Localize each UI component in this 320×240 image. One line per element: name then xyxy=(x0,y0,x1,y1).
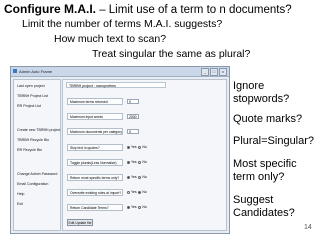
note-stopwords: stopwords? xyxy=(233,93,290,105)
radio-group: Yes No xyxy=(127,144,147,151)
sidebar-item-tbrbh-recycle-bin[interactable]: TBRBH Recycle Bin xyxy=(17,138,49,142)
slide-title: Configure M.A.I. – Limit use of a term t… xyxy=(4,2,292,16)
close-button[interactable]: x xyxy=(219,68,227,76)
note-plural-singular: Plural=Singular? xyxy=(233,135,315,147)
radio-group: Yes No xyxy=(127,189,147,196)
sidebar: Last open project TBRBH Project List RR … xyxy=(13,79,61,231)
radio-yes[interactable] xyxy=(127,205,130,209)
radio-yes-label: Yes xyxy=(131,190,137,194)
setting-row-skip-quotes: Skip text in quotes? Yes No xyxy=(67,144,217,151)
radio-group: Yes No xyxy=(127,204,147,211)
radio-no[interactable] xyxy=(138,145,142,149)
setting-row-max-docs: Maximum documents per category 0 xyxy=(67,128,217,135)
radio-no[interactable] xyxy=(138,175,142,179)
radio-yes[interactable] xyxy=(127,160,130,164)
project-header: TBRBH project : nanoprofees xyxy=(66,82,166,88)
note-ignore: Ignore xyxy=(233,80,265,92)
setting-label: Overwrite existing rules at import? xyxy=(67,189,123,196)
setting-label: Maximum input words xyxy=(67,113,123,120)
sidebar-item-change-password[interactable]: Change Admin Password xyxy=(17,172,57,176)
setting-row-overwrite-rules: Overwrite existing rules at import? Yes … xyxy=(67,189,217,196)
max-docs-input[interactable]: 0 xyxy=(127,129,139,134)
setting-label: Toggle plurals(Less Normalize) xyxy=(67,159,123,166)
note-quote-marks: Quote marks? xyxy=(233,113,303,125)
radio-no-label: No xyxy=(142,160,147,164)
settings-panel: TBRBH project : nanoprofees Maximum term… xyxy=(62,79,227,231)
sidebar-item-last-open-project[interactable]: Last open project xyxy=(17,84,45,88)
radio-yes-label: Yes xyxy=(131,205,137,209)
radio-group: Yes No xyxy=(127,174,147,181)
radio-no-label: No xyxy=(142,205,147,209)
window-title: Admin Auto Frame xyxy=(19,69,53,74)
setting-label: Return most specific terms only? xyxy=(67,174,123,181)
window-controls: _ □ x xyxy=(201,68,227,76)
app-icon xyxy=(13,69,17,73)
setting-row-plurals: Toggle plurals(Less Normalize) Yes No xyxy=(67,159,217,166)
radio-yes-label: Yes xyxy=(131,160,137,164)
sidebar-item-tbrbh-project-list[interactable]: TBRBH Project List xyxy=(17,94,48,98)
slide-title-bold: Configure M.A.I. xyxy=(4,2,96,16)
radio-yes-label: Yes xyxy=(131,175,137,179)
setting-label: Maximum documents per category xyxy=(67,128,123,135)
radio-yes[interactable] xyxy=(127,175,130,179)
sidebar-item-create-project[interactable]: Create new TBRBH project xyxy=(17,128,60,132)
note-candidates: Candidates? xyxy=(233,207,295,219)
max-terms-input[interactable]: 0 xyxy=(127,99,139,104)
page-number: 14 xyxy=(304,224,312,231)
max-words-input[interactable]: 2000 xyxy=(127,114,139,119)
minimize-button[interactable]: _ xyxy=(201,68,209,76)
setting-row-max-terms: Maximum terms returned 0 xyxy=(67,98,217,105)
setting-label: Return Candidate Terms? xyxy=(67,204,123,211)
question-limit-terms: Limit the number of terms M.A.I. suggest… xyxy=(22,18,223,30)
note-suggest: Suggest xyxy=(233,194,274,206)
setting-label: Skip text in quotes? xyxy=(67,144,123,151)
radio-no-label: No xyxy=(142,190,147,194)
sidebar-item-help[interactable]: Help xyxy=(17,192,24,196)
radio-group: Yes No xyxy=(127,159,147,166)
radio-no[interactable] xyxy=(138,190,142,194)
radio-yes[interactable] xyxy=(127,145,130,149)
note-term-only: term only? xyxy=(233,171,285,183)
window-titlebar: Admin Auto Frame _ □ x xyxy=(11,67,229,77)
note-most-specific: Most specific xyxy=(233,158,297,170)
radio-no-label: No xyxy=(142,145,147,149)
radio-no[interactable] xyxy=(138,205,142,209)
sidebar-item-exit[interactable]: Exit xyxy=(17,202,23,206)
setting-row-max-words: Maximum input words 2000 xyxy=(67,113,217,120)
radio-yes-label: Yes xyxy=(131,145,137,149)
sidebar-item-rr-project-list[interactable]: RR Project List xyxy=(17,104,41,108)
question-text-scan: How much text to scan? xyxy=(54,33,167,45)
admin-window: Admin Auto Frame _ □ x Last open project… xyxy=(10,66,230,234)
sidebar-item-email-config[interactable]: Email Configuration xyxy=(17,182,48,186)
setting-row-candidate-terms: Return Candidate Terms? Yes No xyxy=(67,204,217,211)
sidebar-item-rr-recycle-bin[interactable]: RR Recycle Bin xyxy=(17,148,42,152)
maximize-button[interactable]: □ xyxy=(210,68,218,76)
slide-title-rest: – Limit use of a term to n documents? xyxy=(96,4,292,16)
update-file-button[interactable]: Edit Update file xyxy=(67,219,93,226)
setting-label: Maximum terms returned xyxy=(67,98,123,105)
setting-row-specific-terms: Return most specific terms only? Yes No xyxy=(67,174,217,181)
radio-no-label: No xyxy=(142,175,147,179)
radio-yes[interactable] xyxy=(127,190,130,194)
radio-no[interactable] xyxy=(138,160,142,164)
question-singular-plural: Treat singular the same as plural? xyxy=(92,48,251,60)
